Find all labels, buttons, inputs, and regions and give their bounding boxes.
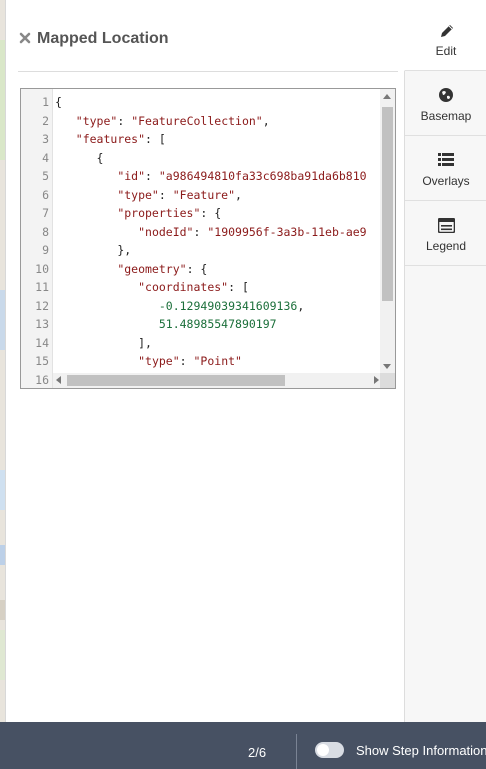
scrollbar-corner xyxy=(380,373,395,388)
horizontal-scrollbar[interactable] xyxy=(53,373,382,388)
scroll-up-arrow-icon[interactable] xyxy=(383,94,391,99)
vertical-scroll-thumb[interactable] xyxy=(382,107,393,301)
code-line: 51.48985547890197 xyxy=(55,315,277,334)
toggle-knob xyxy=(317,744,329,756)
scroll-left-arrow-icon[interactable] xyxy=(56,376,61,384)
line-number: 1 xyxy=(42,95,49,109)
line-number: 16 xyxy=(35,372,49,387)
line-number: 6 xyxy=(42,187,49,202)
code-line: -0.12949039341609136, xyxy=(55,297,304,316)
code-token: "FeatureCollection" xyxy=(131,113,263,128)
close-icon[interactable] xyxy=(19,31,33,45)
line-number: 12 xyxy=(35,298,49,313)
show-step-information-toggle[interactable] xyxy=(315,742,344,758)
tab-overlays-label: Overlays xyxy=(422,174,470,188)
code-area[interactable]: { "type": "FeatureCollection", "features… xyxy=(55,93,379,373)
code-token: }, xyxy=(117,243,132,257)
line-number: 5 xyxy=(42,169,49,183)
panel-title: Mapped Location xyxy=(37,30,169,47)
tab-edit[interactable]: Edit xyxy=(404,0,486,71)
panel-header: Mapped Location xyxy=(18,0,398,72)
code-token: : xyxy=(158,187,173,202)
line-number-gutter: 1 2 3 4 5 6 7 8 9 10 11 12 13 14 15 16 xyxy=(21,89,53,388)
code-line: "geometry": { xyxy=(55,260,207,279)
line-number: 7 xyxy=(42,206,49,220)
line-number: 10 xyxy=(35,261,49,276)
code-line: { xyxy=(55,93,62,112)
code-token: : [ xyxy=(228,280,249,294)
line-number: 14 xyxy=(35,335,49,350)
tab-basemap-label: Basemap xyxy=(420,109,472,123)
code-token: : xyxy=(179,354,194,368)
code-line: }, xyxy=(55,241,131,260)
step-footer: 2/6 Show Step Information xyxy=(0,722,486,769)
code-token: "a986494810fa33c698ba91da6b810 xyxy=(158,169,367,183)
line-number: 3 xyxy=(42,132,49,146)
line-number: 9 xyxy=(42,243,49,257)
code-token: "geometry" xyxy=(117,261,187,276)
scroll-right-arrow-icon[interactable] xyxy=(374,376,379,384)
code-line: "type": "FeatureCollection", xyxy=(55,112,270,131)
code-token: "id" xyxy=(117,169,146,183)
line-number: 13 xyxy=(35,317,49,331)
line-number: 11 xyxy=(35,280,49,294)
code-token: : { xyxy=(186,261,208,276)
mapped-location-panel: Mapped Location 1 2 3 4 5 6 7 8 9 10 11 12 13 14 15 16 … xyxy=(6,0,404,722)
tab-legend[interactable]: Legend xyxy=(405,201,486,266)
code-line: ], xyxy=(55,334,152,353)
code-line: "coordinates": [ xyxy=(55,278,249,297)
code-token: , xyxy=(262,113,270,128)
code-token: "nodeId" xyxy=(138,224,194,239)
code-token: , xyxy=(297,298,305,313)
vertical-scrollbar[interactable] xyxy=(380,89,395,373)
line-number: 15 xyxy=(35,354,49,368)
step-counter: 2/6 xyxy=(248,745,267,760)
right-sidebar: Edit Basemap Overlays Legend xyxy=(404,0,486,722)
code-token: , xyxy=(235,187,242,202)
tab-edit-label: Edit xyxy=(435,44,457,58)
code-token: 51.48985547890197 xyxy=(158,317,277,331)
line-number: 4 xyxy=(42,150,49,165)
code-token: : { xyxy=(200,206,222,220)
code-token: "Point" xyxy=(193,354,242,368)
line-number: 8 xyxy=(42,224,49,239)
json-editor[interactable]: 1 2 3 4 5 6 7 8 9 10 11 12 13 14 15 16 { "type": "Featu… xyxy=(20,88,396,389)
code-token: : xyxy=(193,224,208,239)
code-token: "type" xyxy=(117,187,159,202)
code-token: : xyxy=(145,169,159,183)
tab-legend-label: Legend xyxy=(425,239,467,253)
code-line: { xyxy=(55,149,104,168)
code-line: "features": [ xyxy=(55,130,166,149)
code-token: -0.12949039341609136 xyxy=(158,298,298,313)
code-line: "type": "Point" xyxy=(55,352,242,371)
horizontal-scroll-thumb[interactable] xyxy=(67,375,285,386)
tab-overlays[interactable]: Overlays xyxy=(405,136,486,201)
code-line: "id": "a986494810fa33c698ba91da6b810 xyxy=(55,167,367,186)
code-token: "type" xyxy=(75,113,118,128)
footer-divider xyxy=(296,734,297,769)
code-token: "features" xyxy=(75,132,146,146)
code-token: ], xyxy=(138,335,152,350)
code-token: "1909956f-3a3b-11eb-ae9 xyxy=(207,224,367,239)
line-number: 2 xyxy=(42,113,49,128)
code-line: "type": "Feature", xyxy=(55,186,242,205)
tab-basemap[interactable]: Basemap xyxy=(405,71,486,136)
code-token: : [ xyxy=(145,132,166,146)
code-token: { xyxy=(96,150,104,165)
code-token: "properties" xyxy=(117,206,201,220)
code-token: "Feature" xyxy=(172,187,236,202)
code-line: "nodeId": "1909956f-3a3b-11eb-ae9 xyxy=(55,223,367,242)
code-token: "type" xyxy=(138,354,180,368)
scroll-down-arrow-icon[interactable] xyxy=(383,364,391,369)
code-token: "coordinates" xyxy=(138,280,229,294)
code-line: "properties": { xyxy=(55,204,221,223)
show-step-information-label: Show Step Information xyxy=(356,743,486,758)
code-token: { xyxy=(55,95,62,109)
code-token: : xyxy=(117,113,132,128)
